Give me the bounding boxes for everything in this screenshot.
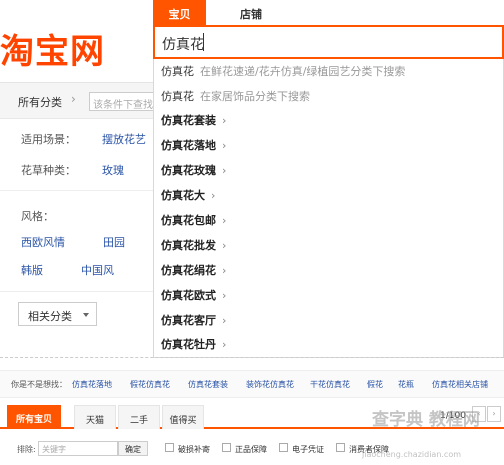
related-categories-label: 相关分类 xyxy=(28,310,72,323)
search-tabs: 宝贝 店铺 xyxy=(153,0,504,25)
suggested-query-link[interactable]: 仿真花落地 xyxy=(72,379,112,390)
scene-label: 适用场景： xyxy=(21,133,76,146)
exclude-label: 排除: xyxy=(17,445,36,454)
divider xyxy=(0,190,156,191)
taobao-logo[interactable]: 淘宝网 xyxy=(0,24,150,68)
species-value-link[interactable]: 玫瑰 xyxy=(102,162,124,178)
suggested-query-link[interactable]: 装饰花仿真花 xyxy=(246,379,294,390)
checkbox[interactable] xyxy=(222,443,231,452)
style-link[interactable]: 韩版 xyxy=(21,262,43,278)
search-suggestions: 仿真花 在鲜花速递/花卉仿真/绿植园艺分类下搜索 仿真花 在家居饰品分类下搜索 仿真… xyxy=(153,59,504,358)
suggestion-item[interactable]: 仿真花玫瑰 › xyxy=(161,162,226,182)
scene-value-link[interactable]: 摆放花艺 xyxy=(102,131,146,147)
tab-shops[interactable]: 店铺 xyxy=(240,6,262,22)
watermark: 查字典 教程网 xyxy=(372,410,480,430)
confirm-button[interactable]: 确定 xyxy=(118,441,148,456)
exclude-keyword-input[interactable]: 关键字 xyxy=(38,441,118,456)
tab-second-hand[interactable]: 二手 xyxy=(118,405,160,429)
tab-all-items[interactable]: 所有宝贝 xyxy=(7,405,61,429)
style-link[interactable]: 西欧风情 xyxy=(21,234,65,250)
suggestion-item[interactable]: 仿真花客厅 › xyxy=(161,312,226,332)
category-filter-input[interactable]: 该条件下查找 xyxy=(89,92,159,111)
suggestion-item[interactable]: 仿真花大 › xyxy=(161,187,215,207)
tab-items[interactable]: 宝贝 xyxy=(153,0,206,25)
style-link[interactable]: 中国风 xyxy=(81,262,114,278)
chevron-right-icon: › xyxy=(222,139,227,152)
chevron-right-icon: › xyxy=(222,114,227,127)
chevron-right-icon: › xyxy=(222,264,227,277)
suggested-query-link[interactable]: 假花 xyxy=(367,379,383,390)
suggested-query-link[interactable]: 假花仿真花 xyxy=(130,379,170,390)
did-you-mean-label: 你是不是想找： xyxy=(11,380,67,389)
divider xyxy=(0,291,156,292)
divider xyxy=(0,357,504,358)
did-you-mean-bar: 你是不是想找： 仿真花落地 假花仿真花 仿真花套装 装饰花仿真花 干花仿真花 假… xyxy=(0,370,504,398)
related-categories-dropdown[interactable]: 相关分类 xyxy=(18,302,97,326)
suggestion-item[interactable]: 仿真花欧式 › xyxy=(161,287,226,307)
suggestion-item[interactable]: 仿真花批发 › xyxy=(161,237,226,257)
chevron-right-icon: › xyxy=(222,164,227,177)
suggestion-item[interactable]: 仿真花套装 › xyxy=(161,112,226,132)
search-input[interactable]: 仿真花 xyxy=(153,25,504,59)
category-bar: 所有分类 › 该条件下查找 xyxy=(0,83,159,119)
option-label: 正品保障 xyxy=(235,445,267,454)
suggestion-item[interactable]: 仿真花包邮 › xyxy=(161,212,226,232)
chevron-right-icon: › xyxy=(222,239,227,252)
option-label: 破损补寄 xyxy=(178,445,210,454)
watermark-url: jiaocheng.chazidian.com xyxy=(362,450,462,459)
suggested-query-link[interactable]: 仿真花相关店铺 xyxy=(432,379,488,390)
checkbox[interactable] xyxy=(165,443,174,452)
style-link[interactable]: 田园 xyxy=(103,234,125,250)
chevron-right-icon: › xyxy=(222,314,227,327)
all-categories-label[interactable]: 所有分类 xyxy=(18,94,62,110)
next-page-button[interactable]: › xyxy=(487,406,501,422)
tab-tmall[interactable]: 天猫 xyxy=(74,405,116,429)
tab-worth-buying[interactable]: 值得买 xyxy=(162,405,204,429)
suggested-query-link[interactable]: 干花仿真花 xyxy=(310,379,350,390)
chevron-right-icon: › xyxy=(222,338,227,351)
suggestion-item[interactable]: 仿真花 在家居饰品分类下搜索 xyxy=(161,88,310,108)
suggestion-item[interactable]: 仿真花 在鲜花速递/花卉仿真/绿植园艺分类下搜索 xyxy=(161,63,405,83)
checkbox[interactable] xyxy=(336,443,345,452)
style-label: 风格： xyxy=(21,210,54,223)
suggestion-item[interactable]: 仿真花绢花 › xyxy=(161,262,226,282)
chevron-right-icon: › xyxy=(222,214,227,227)
suggestion-item[interactable]: 仿真花落地 › xyxy=(161,137,226,157)
checkbox[interactable] xyxy=(279,443,288,452)
species-label: 花草种类： xyxy=(21,164,76,177)
search-query-text: 仿真花 xyxy=(162,37,204,53)
suggested-query-link[interactable]: 仿真花套装 xyxy=(188,379,228,390)
caret-down-icon xyxy=(83,313,89,317)
chevron-right-icon: › xyxy=(71,92,76,106)
chevron-right-icon: › xyxy=(211,189,216,202)
suggested-query-link[interactable]: 花瓶 xyxy=(398,379,414,390)
suggestion-item[interactable]: 仿真花牡丹 › xyxy=(161,336,226,356)
chevron-right-icon: › xyxy=(222,289,227,302)
option-label: 电子凭证 xyxy=(292,445,324,454)
text-cursor xyxy=(203,33,204,51)
